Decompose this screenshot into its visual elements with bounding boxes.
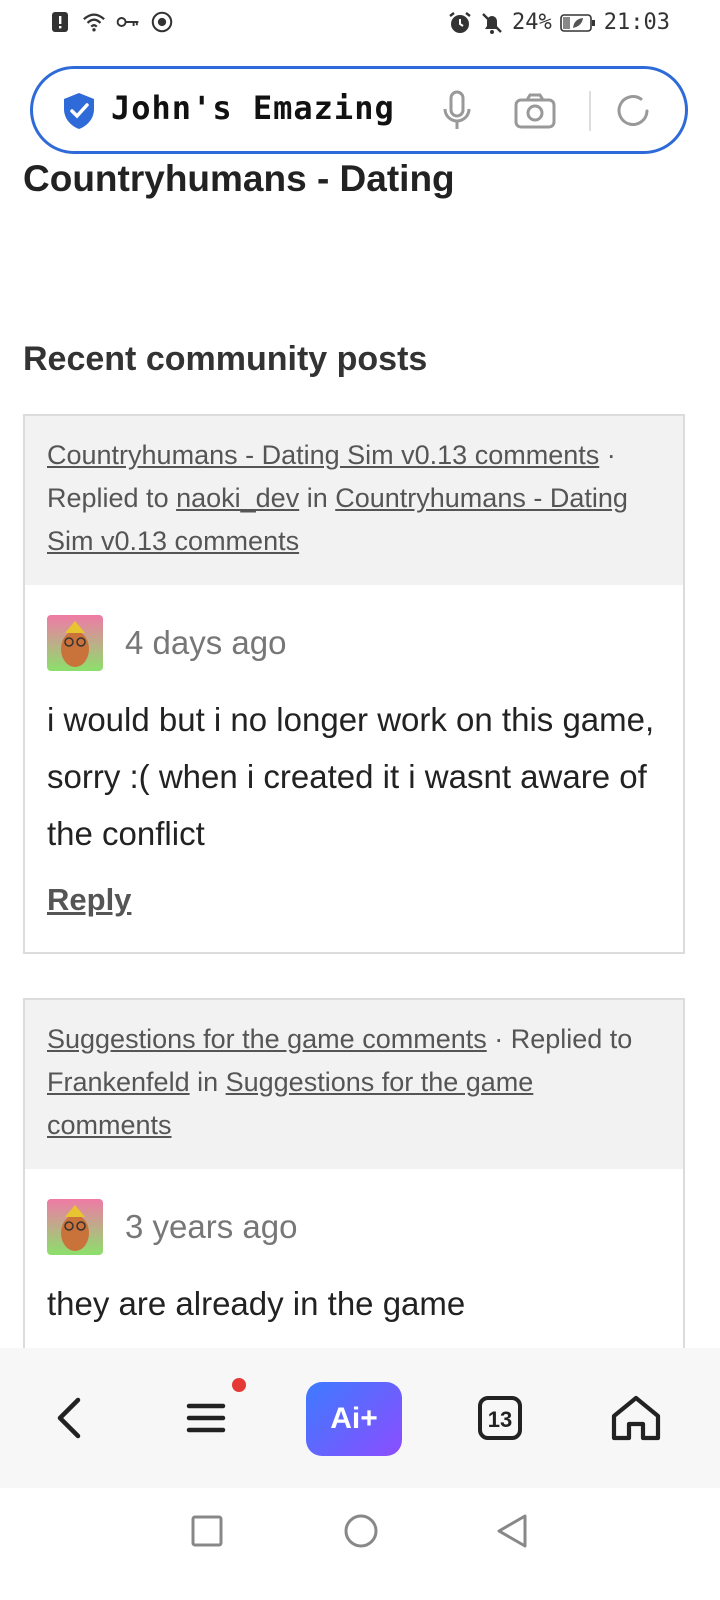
post-time: 3 years ago	[125, 1208, 298, 1245]
user-link[interactable]: Frankenfeld	[47, 1067, 190, 1097]
alarm-icon	[448, 11, 472, 35]
home-circle-icon[interactable]	[342, 1512, 380, 1555]
ai-label: Ai+	[330, 1402, 378, 1435]
url-text[interactable]: John's Emazing	[111, 89, 395, 127]
reply-link[interactable]: Reply	[47, 882, 131, 918]
avatar[interactable]	[47, 1199, 103, 1255]
user-link[interactable]: naoki_dev	[176, 483, 299, 513]
notification-dot	[232, 1378, 246, 1392]
battery-icon	[559, 11, 596, 35]
status-bar: 24% 21:03	[0, 0, 720, 48]
back-icon[interactable]	[34, 1382, 106, 1454]
post-header: Countryhumans - Dating Sim v0.13 comment…	[25, 416, 683, 585]
camera-icon[interactable]	[513, 89, 557, 138]
back-triangle-icon[interactable]	[494, 1512, 530, 1555]
shield-check-icon	[61, 91, 97, 136]
comment-text: they are already in the game	[47, 1285, 466, 1322]
page-title: Countryhumans - Dating	[23, 158, 455, 199]
alert-icon	[48, 10, 72, 34]
wifi-icon	[82, 10, 106, 34]
address-bar[interactable]: John's Emazing	[30, 66, 688, 154]
home-icon[interactable]	[600, 1382, 672, 1454]
post-time: 4 days ago	[125, 624, 287, 661]
tabs-count: 13	[488, 1407, 512, 1432]
battery-percent: 24%	[512, 10, 552, 35]
tabs-icon[interactable]: 13	[464, 1382, 536, 1454]
ai-assistant-button[interactable]: Ai+	[306, 1382, 402, 1456]
community-post: Suggestions for the game comments · Repl…	[23, 998, 685, 1398]
key-icon	[116, 10, 140, 34]
topic-link[interactable]: Suggestions for the game comments	[47, 1024, 487, 1054]
in-label: in	[189, 1067, 226, 1097]
reload-icon[interactable]	[611, 89, 655, 138]
mute-bell-icon	[480, 11, 504, 35]
replied-to-label: Replied to	[510, 1024, 633, 1054]
eye-icon	[150, 10, 174, 34]
comment-text: i would but i no longer work on this gam…	[47, 701, 655, 852]
system-navigation-bar	[0, 1488, 720, 1600]
clock-time: 21:03	[603, 10, 670, 35]
post-header: Suggestions for the game comments · Repl…	[25, 1000, 683, 1169]
post-body: 3 years ago they are already in the game	[25, 1169, 683, 1352]
microphone-icon[interactable]	[441, 89, 473, 138]
section-title: Recent community posts	[23, 340, 428, 378]
in-label: in	[299, 483, 336, 513]
avatar[interactable]	[47, 615, 103, 671]
community-post: Countryhumans - Dating Sim v0.13 comment…	[23, 414, 685, 954]
post-body: 4 days ago i would but i no longer work …	[25, 585, 683, 938]
topic-link[interactable]: Countryhumans - Dating Sim v0.13 comment…	[47, 440, 599, 470]
divider	[589, 91, 591, 131]
replied-to-label: Replied to	[47, 483, 177, 513]
separator: ·	[599, 440, 616, 470]
menu-icon[interactable]	[170, 1382, 242, 1454]
browser-toolbar: Ai+ 13	[0, 1348, 720, 1488]
separator: ·	[486, 1024, 511, 1054]
recents-icon[interactable]	[190, 1514, 224, 1553]
